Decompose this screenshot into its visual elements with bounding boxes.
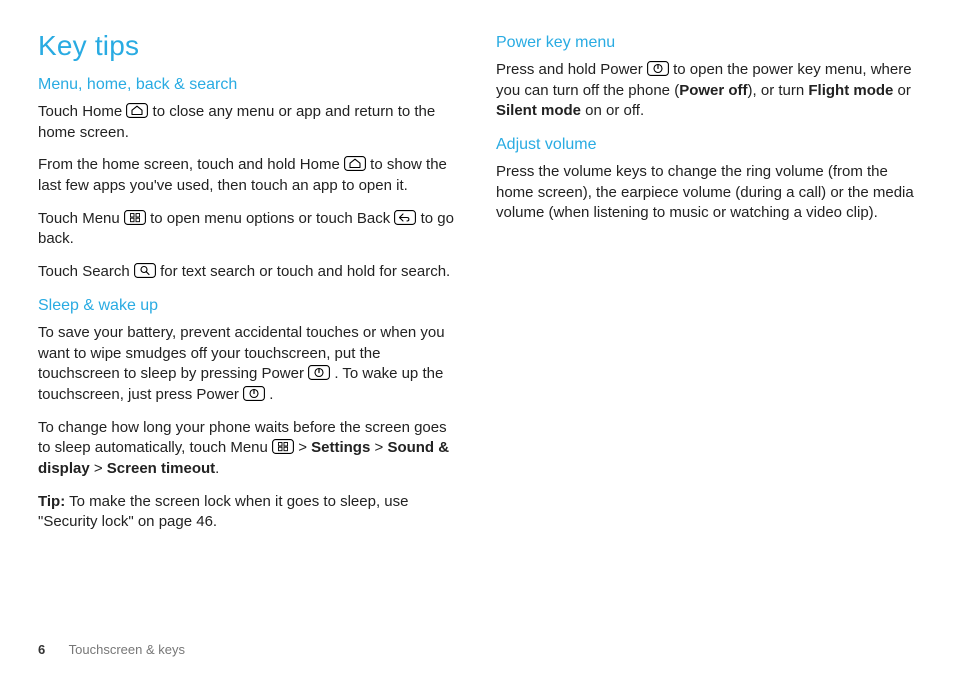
para-touch-home: Touch Home to close any menu or app and … — [38, 102, 458, 143]
text: Touch Menu — [38, 210, 124, 227]
text: to open menu options or touch Back — [150, 210, 394, 227]
page-footer: 6 Touchscreen & keys — [38, 642, 185, 657]
heading-sleep-wake: Sleep & wake up — [38, 297, 458, 315]
para-touch-search: Touch Search for text search or touch an… — [38, 262, 458, 283]
silent-mode-bold: Silent mode — [496, 102, 581, 119]
text: Press and hold Power — [496, 61, 647, 78]
left-column: Key tips Menu, home, back & search Touch… — [38, 28, 458, 545]
page-title: Key tips — [38, 30, 458, 62]
power-icon — [647, 61, 669, 76]
text: . — [269, 386, 273, 403]
heading-power-key-menu: Power key menu — [496, 34, 916, 52]
text: for text search or touch and hold for se… — [160, 263, 450, 280]
search-icon — [134, 263, 156, 278]
menu-icon — [124, 210, 146, 225]
text: > — [370, 439, 387, 456]
para-sleep-wake: To save your battery, prevent accidental… — [38, 323, 458, 406]
power-icon — [243, 386, 265, 401]
home-icon — [344, 156, 366, 171]
home-icon — [126, 103, 148, 118]
para-power-key-menu: Press and hold Power to open the power k… — [496, 60, 916, 122]
screen-timeout-bold: Screen timeout — [107, 460, 215, 477]
back-icon — [394, 210, 416, 225]
text: From the home screen, touch and hold Hom… — [38, 156, 344, 173]
text: . — [215, 460, 219, 477]
tip-label: Tip: — [38, 493, 65, 510]
two-column-layout: Key tips Menu, home, back & search Touch… — [38, 28, 916, 545]
menu-icon — [272, 439, 294, 454]
para-adjust-volume: Press the volume keys to change the ring… — [496, 162, 916, 224]
heading-menu-home-back-search: Menu, home, back & search — [38, 76, 458, 94]
text: ), or turn — [748, 82, 809, 99]
text: Touch Home — [38, 103, 126, 120]
para-hold-home: From the home screen, touch and hold Hom… — [38, 155, 458, 196]
text: > — [298, 439, 311, 456]
heading-adjust-volume: Adjust volume — [496, 136, 916, 154]
flight-mode-bold: Flight mode — [808, 82, 893, 99]
para-touch-menu-back: Touch Menu to open menu options or touch… — [38, 209, 458, 250]
para-tip-security-lock: Tip: To make the screen lock when it goe… — [38, 492, 458, 533]
footer-section-title: Touchscreen & keys — [69, 642, 185, 657]
text: Touch Search — [38, 263, 134, 280]
page-root: Key tips Menu, home, back & search Touch… — [0, 0, 954, 677]
text: on or off. — [581, 102, 644, 119]
footer-page-number: 6 — [38, 642, 45, 657]
right-column: Power key menu Press and hold Power to o… — [496, 28, 916, 545]
para-screen-timeout: To change how long your phone waits befo… — [38, 418, 458, 480]
settings-bold: Settings — [311, 439, 370, 456]
text: To make the screen lock when it goes to … — [38, 493, 408, 531]
power-icon — [308, 365, 330, 380]
power-off-bold: Power off — [679, 82, 747, 99]
text: > — [90, 460, 107, 477]
text: or — [893, 82, 911, 99]
